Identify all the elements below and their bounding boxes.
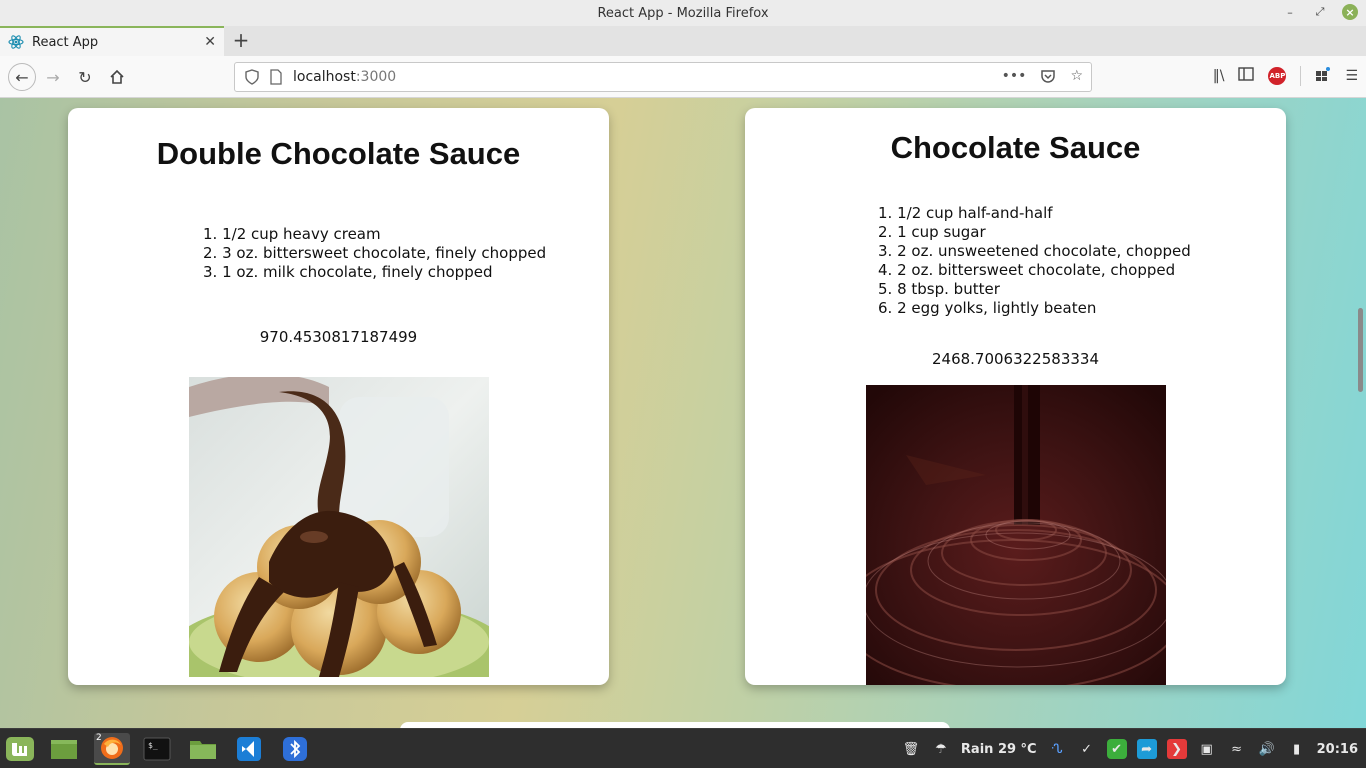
home-icon[interactable]: [106, 66, 128, 88]
wifi-icon[interactable]: ≈: [1227, 739, 1247, 759]
show-desktop-icon[interactable]: [48, 733, 80, 765]
minimize-icon[interactable]: –: [1282, 4, 1298, 20]
window-count-badge: 2: [96, 733, 102, 743]
forward-icon[interactable]: →: [42, 66, 64, 88]
taskbar: 2 $_ 🗑 ☂ Rain 29 °C ᔗ ✓ ✔ ➦ ❯ ▣ ≈ 🔊 ▮ 20…: [0, 728, 1366, 768]
recipe-card: Chocolate Sauce 1/2 cup half-and-half 1 …: [745, 108, 1286, 685]
recipe-image: [866, 385, 1166, 685]
library-icon[interactable]: ‖\: [1213, 68, 1225, 84]
bluetooth-manager-icon[interactable]: [279, 733, 311, 765]
page-content: Double Chocolate Sauce 1/2 cup heavy cre…: [0, 98, 1366, 728]
page-info-icon[interactable]: [269, 69, 283, 89]
bookmark-star-icon[interactable]: ☆: [1070, 68, 1083, 88]
trash-icon[interactable]: 🗑: [901, 739, 921, 759]
screenshot-icon[interactable]: ▣: [1197, 739, 1217, 759]
melted-chocolate-image: [866, 385, 1166, 685]
pocket-icon[interactable]: [1040, 68, 1056, 88]
clock[interactable]: 20:16: [1317, 742, 1358, 757]
tab-react-app[interactable]: React App ✕: [0, 26, 224, 56]
window-title: React App - Mozilla Firefox: [597, 5, 769, 21]
shield-icon[interactable]: [245, 69, 259, 89]
page-actions-icon[interactable]: •••: [1002, 68, 1027, 88]
window-controls: – ⤢ ×: [1282, 4, 1358, 20]
close-window-icon[interactable]: ×: [1342, 4, 1358, 20]
recipe-number: 2468.7006322583334: [931, 350, 1099, 368]
recipe-image: [189, 377, 489, 677]
scrollbar-thumb[interactable]: [1358, 308, 1363, 392]
tab-bar: React App ✕ +: [0, 26, 1366, 56]
recipe-title: Double Chocolate Sauce: [156, 136, 521, 171]
recipe-number: 970.4530817187499: [259, 328, 418, 346]
update-manager-icon[interactable]: ✔: [1106, 739, 1127, 759]
svg-text:$_: $_: [148, 741, 158, 750]
ingredient-item: 1 cup sugar: [878, 223, 1191, 242]
ingredient-item: 8 tbsp. butter: [878, 280, 1191, 299]
recipe-card: Double Chocolate Sauce 1/2 cup heavy cre…: [68, 108, 609, 685]
ingredient-item: 1/2 cup heavy cream: [203, 225, 546, 244]
react-icon: [8, 35, 24, 49]
new-tab-icon[interactable]: +: [230, 28, 252, 52]
url-actions: ••• ☆: [1002, 68, 1083, 88]
menu-icon[interactable]: ☰: [1345, 68, 1358, 84]
adblock-plus-icon[interactable]: ABP: [1268, 67, 1287, 85]
toolbar-divider: [1300, 66, 1302, 86]
reload-icon[interactable]: ↻: [74, 66, 96, 88]
battery-icon[interactable]: ▮: [1287, 739, 1307, 759]
extensions-icon[interactable]: [1315, 66, 1331, 86]
anydesk-icon[interactable]: ❯: [1166, 739, 1187, 759]
profiteroles-image: [189, 377, 489, 677]
weather-text[interactable]: Rain 29 °C: [961, 742, 1037, 757]
terminal-icon[interactable]: $_: [141, 733, 173, 765]
ingredient-item: 3 oz. bittersweet chocolate, finely chop…: [203, 244, 546, 263]
tab-title: React App: [32, 34, 99, 50]
ingredient-item: 2 oz. unsweetened chocolate, chopped: [878, 242, 1191, 261]
ingredient-item: 1/2 cup half-and-half: [878, 204, 1191, 223]
recipe-title: Chocolate Sauce: [890, 130, 1141, 165]
url-host: localhost: [293, 69, 356, 85]
toolbar-buttons: ‖\ ABP ☰: [1213, 66, 1358, 86]
page-scrollbar[interactable]: [1356, 98, 1366, 728]
url-bar[interactable]: localhost:3000 ••• ☆: [234, 62, 1092, 92]
ingredient-item: 2 oz. bittersweet chocolate, chopped: [878, 261, 1191, 280]
firefox-taskbar-button[interactable]: 2: [94, 733, 130, 765]
restore-icon[interactable]: ⤢: [1312, 4, 1328, 20]
files-icon[interactable]: [187, 733, 219, 765]
tab-close-icon[interactable]: ✕: [204, 34, 216, 50]
shield-check-icon[interactable]: ✓: [1077, 739, 1097, 759]
vscode-icon[interactable]: [233, 733, 265, 765]
nav-bar: ← → ↻ localhost:3000 ••• ☆ ‖\ ABP ☰: [0, 56, 1366, 98]
weather-icon[interactable]: ☂: [931, 739, 951, 759]
firefox-icon: [101, 737, 123, 759]
sidebar-icon[interactable]: [1238, 67, 1255, 85]
share-icon[interactable]: ➦: [1136, 739, 1157, 759]
ingredient-item: 1 oz. milk chocolate, finely chopped: [203, 263, 546, 282]
ingredient-list: 1/2 cup half-and-half 1 cup sugar 2 oz. …: [878, 204, 1191, 318]
window-titlebar: React App - Mozilla Firefox – ⤢ ×: [0, 0, 1366, 26]
url-port: :3000: [355, 69, 397, 85]
ingredient-item: 2 egg yolks, lightly beaten: [878, 299, 1191, 318]
back-icon[interactable]: ←: [8, 63, 36, 91]
volume-icon[interactable]: 🔊: [1257, 739, 1277, 759]
mint-menu-icon[interactable]: [4, 733, 36, 765]
ingredient-list: 1/2 cup heavy cream 3 oz. bittersweet ch…: [203, 225, 546, 282]
system-tray: 🗑 ☂ Rain 29 °C ᔗ ✓ ✔ ➦ ❯ ▣ ≈ 🔊 ▮ 20:16: [901, 729, 1358, 768]
bluetooth-icon[interactable]: ᔗ: [1047, 739, 1067, 759]
